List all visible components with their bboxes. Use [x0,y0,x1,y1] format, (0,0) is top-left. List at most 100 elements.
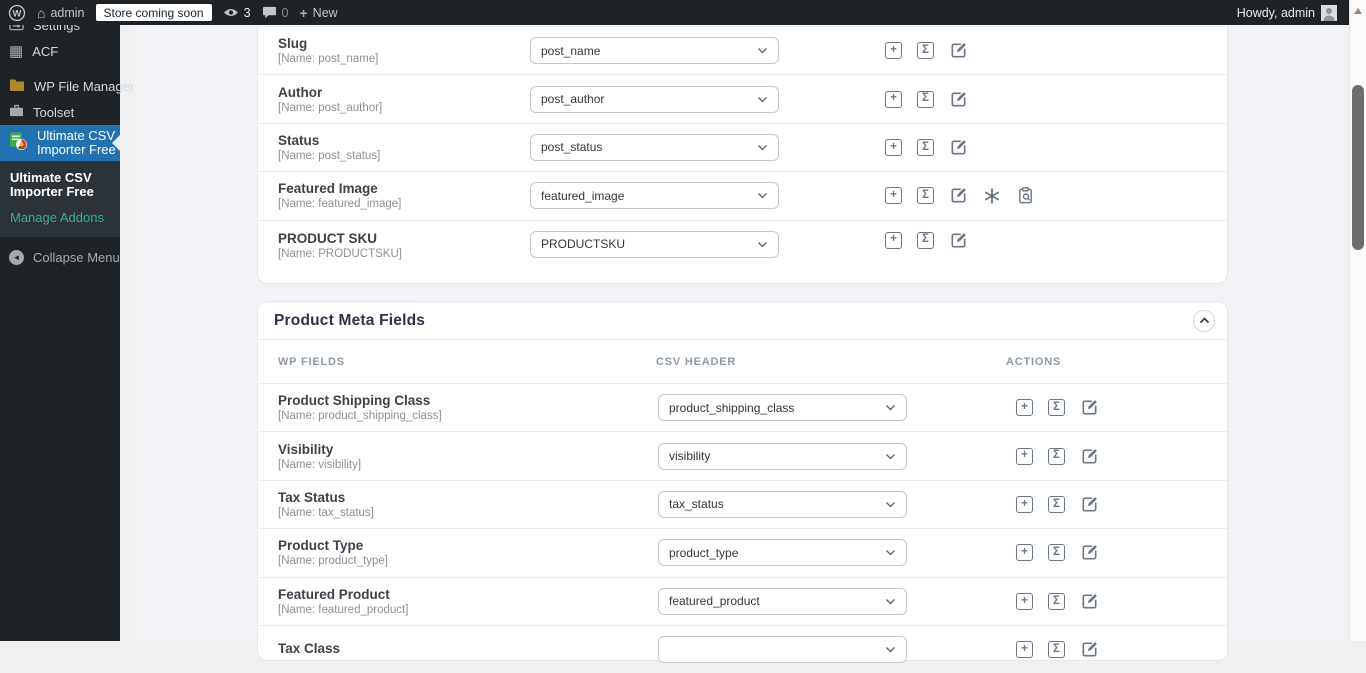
column-header-csv-header: CSV HEADER [656,355,737,368]
coming-soon-badge[interactable]: Store coming soon [95,4,212,21]
edit-icon[interactable] [1080,495,1099,514]
eye-icon [223,9,238,16]
scrollbar-thumb[interactable] [1352,85,1364,250]
edit-icon[interactable] [1080,592,1099,611]
field-row-product-shipping-class: Product Shipping Class [Name: product_sh… [258,383,1227,431]
add-icon[interactable]: + [1016,641,1033,659]
formula-icon[interactable]: Σ [917,90,934,108]
chevron-down-icon [886,501,895,508]
add-icon[interactable]: + [1016,447,1033,465]
formula-icon[interactable]: Σ [917,187,934,205]
csv-header-select[interactable]: post_status [530,133,779,161]
field-row-status: Status [Name: post_status] post_status +… [258,122,1227,171]
suitcase-icon [9,104,24,120]
formula-icon[interactable]: Σ [1048,641,1065,659]
edit-icon[interactable] [1080,398,1099,417]
csv-header-select[interactable]: product_type [658,539,907,567]
plus-icon: + [299,4,308,21]
edit-icon[interactable] [949,90,968,109]
edit-icon[interactable] [1080,640,1099,659]
csv-header-select[interactable]: featured_image [530,182,779,210]
edit-icon[interactable] [1080,447,1099,466]
csv-header-select[interactable]: visibility [658,442,907,470]
field-name: [Name: visibility] [278,458,362,471]
chevron-down-icon [886,598,895,605]
field-row-product-sku: PRODUCT SKU [Name: PRODUCTSKU] PRODUCTSK… [258,219,1227,283]
csv-header-select[interactable]: post_name [530,37,779,65]
csv-header-select[interactable]: PRODUCTSKU [530,230,779,258]
select-value: post_author [541,92,605,107]
clipboard-search-icon[interactable] [1016,186,1035,205]
edit-icon[interactable] [949,186,968,205]
chevron-down-icon [758,193,767,199]
submenu-item-csv-importer[interactable]: Ultimate CSV Importer Free [0,169,116,201]
select-value: visibility [669,449,711,464]
scroll-up-arrow-icon[interactable] [1354,8,1362,14]
product-meta-fields-card: Product Meta Fields WP FIELDS CSV HEADER… [257,301,1228,664]
submenu-item-manage-addons[interactable]: Manage Addons [0,209,120,227]
formula-icon[interactable]: Σ [1048,399,1065,417]
new-label: New [312,5,338,20]
site-menu[interactable]: ⌂ admin [37,6,85,20]
formula-icon[interactable]: Σ [1048,544,1065,562]
chevron-down-icon [886,550,895,556]
select-value: product_shipping_class [669,400,795,415]
field-name: [Name: product_shipping_class] [278,410,442,423]
chevron-down-icon [758,96,767,103]
admin-sidebar: Settings ▦ ACF WP File Manager Toolset U… [0,0,134,641]
avatar[interactable] [1321,4,1337,21]
field-label: Featured Product [278,586,390,602]
csv-header-select[interactable]: featured_product [658,587,907,615]
field-row-author: Author [Name: post_author] post_author +… [258,74,1227,122]
chevron-down-icon [758,48,767,54]
new-menu[interactable]: + New [299,6,337,20]
sidebar-item-ultimate-csv-importer[interactable]: Ultimate CSV Importer Free [0,125,120,161]
csv-importer-logo-icon [9,132,28,154]
chevron-up-icon [1199,317,1209,324]
collapse-section-button[interactable] [1193,309,1215,332]
edit-icon[interactable] [949,138,968,157]
collapse-menu-button[interactable]: ◄ Collapse Menu [0,250,120,265]
edit-icon[interactable] [949,231,968,250]
formula-icon[interactable]: Σ [1048,495,1065,513]
sidebar-item-wp-file-manager[interactable]: WP File Manager [0,73,134,99]
chevron-down-icon [758,241,767,248]
edit-icon[interactable] [1080,543,1099,562]
formula-icon[interactable]: Σ [917,231,934,249]
add-icon[interactable]: + [885,231,902,249]
formula-icon[interactable]: Σ [1048,592,1065,610]
sidebar-item-label: ACF [32,43,59,59]
add-icon[interactable]: + [1016,399,1033,417]
comment-icon [262,6,276,19]
howdy-menu[interactable]: Howdy, admin [1237,6,1315,20]
formula-icon[interactable]: Σ [917,42,934,60]
openai-icon[interactable] [983,187,1001,205]
select-value: PRODUCTSKU [541,237,626,252]
add-icon[interactable]: + [1016,495,1033,513]
add-icon[interactable]: + [885,42,902,60]
formula-icon[interactable]: Σ [917,138,934,156]
field-label: Slug [278,36,308,52]
wordpress-logo-menu[interactable]: W [8,4,26,22]
edit-icon[interactable] [949,41,968,60]
add-icon[interactable]: + [1016,544,1033,562]
visibility-menu[interactable]: 3 [223,6,251,20]
csv-header-select[interactable] [658,636,907,664]
field-name: [Name: PRODUCTSKU] [278,247,402,260]
add-icon[interactable]: + [885,138,902,156]
csv-header-select[interactable]: tax_status [658,490,907,518]
sidebar-item-acf[interactable]: ▦ ACF [0,38,120,64]
add-icon[interactable]: + [1016,592,1033,610]
field-label: Author [278,84,323,100]
csv-header-select[interactable]: product_shipping_class [658,394,907,422]
add-icon[interactable]: + [885,90,902,108]
select-value: featured_image [541,188,625,203]
scrollbar-track[interactable] [1349,0,1366,641]
add-icon[interactable]: + [885,187,902,205]
field-label: Product Shipping Class [278,393,431,409]
sidebar-item-toolset[interactable]: Toolset [0,99,120,125]
visibility-count: 3 [243,5,251,20]
csv-header-select[interactable]: post_author [530,85,779,113]
comments-menu[interactable]: 0 [262,6,288,20]
formula-icon[interactable]: Σ [1048,447,1065,465]
